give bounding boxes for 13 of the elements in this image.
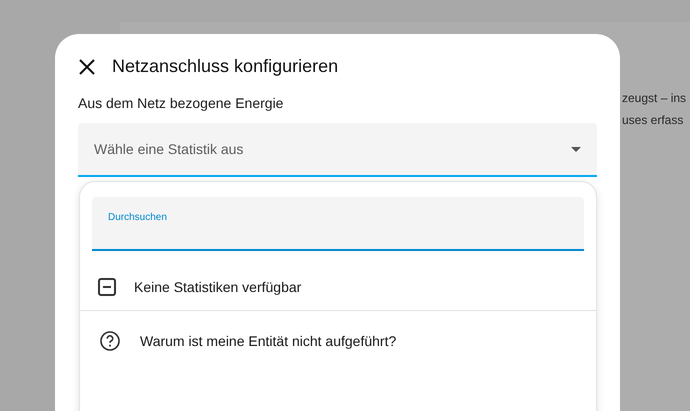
close-button[interactable]: [78, 58, 96, 76]
menu-item[interactable]: Warum ist meine Entität nicht aufgeführt?: [80, 311, 596, 357]
background-text: uses erfass: [622, 113, 684, 127]
background-text: zeugst – ins: [622, 91, 686, 105]
help-icon: [100, 331, 120, 351]
minus-box-icon: [98, 278, 116, 296]
menu-item[interactable]: Keine Statistiken verfügbar: [80, 251, 596, 311]
close-icon: [78, 58, 96, 76]
field-label: Aus dem Netz bezogene Energie: [78, 95, 284, 111]
statistic-select[interactable]: Wähle eine Statistik aus: [78, 123, 597, 177]
dialog-title: Netzanschluss konfigurieren: [112, 56, 338, 77]
caret-icon: [571, 146, 581, 152]
search-field[interactable]: Durchsuchen: [92, 197, 584, 251]
